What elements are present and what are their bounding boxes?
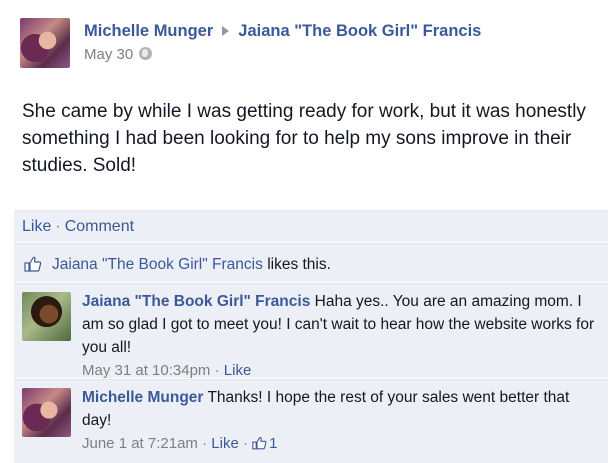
comment-body: Jaiana "The Book Girl" Francis Haha yes.… (82, 290, 602, 382)
post-date-row: May 30 (84, 46, 153, 63)
post-target-link[interactable]: Jaiana "The Book Girl" Francis (238, 22, 481, 40)
like-count-value: 1 (269, 435, 278, 452)
comment-meta-separator: · (202, 435, 208, 452)
post-date[interactable]: May 30 (84, 46, 133, 63)
comment-like-count[interactable]: 1 (252, 435, 277, 452)
like-button[interactable]: Like (22, 218, 51, 235)
post-actions: Like · Comment (22, 218, 134, 236)
arrow-right-icon (222, 26, 230, 37)
likes-text: Jaiana "The Book Girl" Francis likes thi… (52, 256, 331, 274)
comment-button[interactable]: Comment (65, 218, 134, 235)
post-actions-bar: Like · Comment (14, 210, 608, 242)
comment-meta-separator: · (214, 362, 220, 379)
comment-meta-separator: · (242, 435, 248, 452)
likes-summary: Jaiana "The Book Girl" Francis likes thi… (14, 243, 608, 282)
comment-item: Michelle Munger Thanks! I hope the rest … (14, 379, 608, 463)
comment-meta: June 1 at 7:21am · Like · 1 (82, 432, 602, 455)
globe-icon (139, 47, 153, 60)
thumbs-up-icon (252, 436, 267, 450)
comment-like-button[interactable]: Like (211, 435, 239, 452)
post-header: Michelle Munger Jaiana "The Book Girl" Fr… (20, 18, 600, 68)
post-author-link[interactable]: Michelle Munger (84, 22, 213, 40)
likes-name-link[interactable]: Jaiana "The Book Girl" Francis (52, 256, 263, 273)
comment-author-link[interactable]: Jaiana "The Book Girl" Francis (82, 293, 310, 310)
post-text: She came by while I was getting ready fo… (22, 101, 586, 176)
comment-author-link[interactable]: Michelle Munger (82, 389, 203, 406)
actions-separator: · (55, 218, 61, 235)
comment-timestamp[interactable]: May 31 at 10:34pm (82, 362, 210, 379)
comment-timestamp[interactable]: June 1 at 7:21am (82, 435, 198, 452)
comment-avatar[interactable] (22, 292, 71, 341)
header-names: Michelle Munger Jaiana "The Book Girl" Fr… (84, 22, 481, 41)
comment-like-button[interactable]: Like (224, 362, 252, 379)
comment-avatar[interactable] (22, 388, 71, 437)
author-avatar[interactable] (20, 18, 70, 68)
likes-suffix: likes this. (267, 256, 331, 273)
comment-body: Michelle Munger Thanks! I hope the rest … (82, 386, 602, 455)
comment-item: Jaiana "The Book Girl" Francis Haha yes.… (14, 283, 608, 379)
thumbs-up-icon (24, 256, 42, 272)
